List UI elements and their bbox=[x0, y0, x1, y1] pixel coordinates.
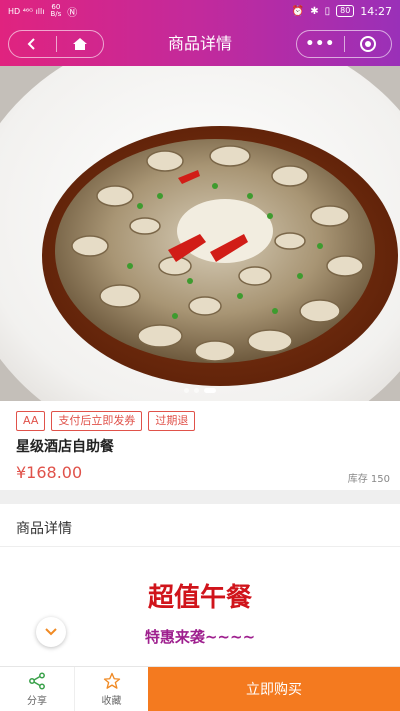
favorite-button[interactable]: 收藏 bbox=[74, 667, 148, 711]
detail-section-title: 商品详情 bbox=[16, 521, 72, 537]
back-button[interactable] bbox=[9, 31, 56, 57]
signal-icon: HD ⁴⁶ᴳ ıllı bbox=[8, 6, 45, 16]
tag-list: AA 支付后立即发券 过期退 bbox=[16, 411, 196, 431]
product-tag: 过期退 bbox=[148, 411, 196, 431]
battery-icon: 80 bbox=[336, 5, 355, 17]
close-capsule-button[interactable] bbox=[345, 31, 392, 57]
back-icon bbox=[27, 38, 35, 50]
stock-count: 库存 150 bbox=[347, 474, 390, 485]
buy-now-button[interactable]: 立即购买 bbox=[148, 667, 400, 711]
nav-capsule-left bbox=[8, 30, 104, 58]
product-name: 星级酒店自助餐 bbox=[16, 439, 114, 455]
carousel-dot[interactable] bbox=[194, 388, 199, 393]
carousel-indicator bbox=[0, 388, 400, 393]
bottom-action-bar: 分享 收藏 立即购买 bbox=[0, 666, 400, 711]
share-button[interactable]: 分享 bbox=[0, 667, 74, 711]
nav-capsule-right: ••• bbox=[296, 30, 392, 58]
more-button[interactable]: ••• bbox=[297, 31, 344, 57]
home-button[interactable] bbox=[57, 31, 104, 57]
product-image-carousel[interactable] bbox=[0, 66, 400, 401]
product-photo bbox=[0, 66, 400, 401]
product-price: ¥168.00 bbox=[16, 463, 83, 482]
alarm-icon: ⏰ bbox=[291, 5, 305, 17]
more-icon: ••• bbox=[305, 36, 336, 52]
star-icon bbox=[103, 672, 120, 689]
scroll-down-button[interactable] bbox=[36, 617, 66, 647]
home-icon bbox=[72, 38, 87, 50]
section-gap bbox=[0, 490, 400, 504]
clock: 14:27 bbox=[360, 4, 392, 18]
divider bbox=[0, 546, 400, 547]
status-left: HD ⁴⁶ᴳ ıllı 60 B/s Ⓝ bbox=[8, 4, 77, 19]
navbar: 商品详情 ••• bbox=[0, 22, 400, 66]
net-speed-unit: B/s bbox=[50, 10, 62, 18]
nfc-icon: Ⓝ bbox=[67, 7, 78, 19]
net-speed: 60 B/s bbox=[50, 4, 61, 18]
bluetooth-icon: ✱ bbox=[310, 5, 319, 17]
share-label: 分享 bbox=[27, 695, 47, 707]
chevron-down-icon bbox=[45, 628, 57, 636]
product-tag: 支付后立即发券 bbox=[51, 411, 143, 431]
favorite-label: 收藏 bbox=[101, 695, 122, 707]
carousel-dot[interactable] bbox=[204, 388, 216, 393]
share-icon bbox=[29, 672, 45, 689]
carousel-dot[interactable] bbox=[184, 388, 189, 393]
vibrate-icon: ▯ bbox=[324, 5, 331, 17]
status-right: ⏰ ✱ ▯ 80 14:27 bbox=[292, 5, 392, 18]
status-bar: HD ⁴⁶ᴳ ıllı 60 B/s Ⓝ ⏰ ✱ ▯ 80 14:27 bbox=[0, 0, 400, 22]
close-capsule-icon bbox=[359, 36, 376, 52]
product-tag: AA bbox=[16, 411, 46, 431]
promo-headline: 超值午餐 bbox=[147, 583, 252, 613]
